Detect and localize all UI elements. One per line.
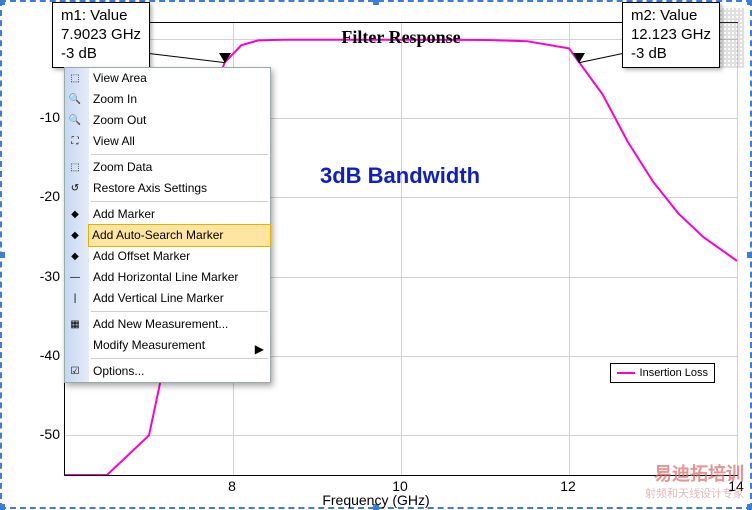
menu-item-add-vertical-line-marker[interactable]: |Add Vertical Line Marker [89,288,270,309]
menu-item-label: Add New Measurement... [93,317,228,331]
menu-item-icon: ⬚ [67,159,83,175]
menu-separator [91,358,268,359]
menu-item-icon: ▦ [67,316,83,332]
y-tick: -10 [36,109,60,125]
menu-item-label: Add Auto-Search Marker [92,228,223,242]
menu-item-label: Add Offset Marker [93,249,190,263]
menu-item-icon [67,337,83,353]
menu-item-label: Zoom Data [93,160,152,174]
menu-item-label: View Area [93,71,147,85]
menu-item-restore-axis-settings[interactable]: ↺Restore Axis Settings [89,178,270,199]
menu-item-label: Options... [93,364,144,378]
menu-item-label: View All [93,134,135,148]
legend[interactable]: Insertion Loss [610,363,715,383]
legend-label: Insertion Loss [640,367,708,379]
annotation-3db: 3dB Bandwidth [320,163,480,189]
chart-frame: Filter Response 3dB Bandwidth Insertion … [0,0,752,509]
chart-title: Filter Response [341,27,460,48]
menu-item-icon: 🔍 [67,112,83,128]
menu-item-zoom-data[interactable]: ⬚Zoom Data [89,157,270,178]
marker-text: -3 dB [61,45,141,64]
x-axis-label: Frequency (GHz) [322,492,429,508]
menu-item-icon: ◆ [67,227,83,243]
menu-item-icon: 🔍 [67,91,83,107]
marker-m1[interactable] [219,53,231,63]
menu-item-zoom-out[interactable]: 🔍Zoom Out [89,110,270,131]
menu-item-icon: ⛶ [67,133,83,149]
menu-item-options[interactable]: ☑Options... [89,361,270,382]
menu-item-icon: ◆ [67,248,83,264]
menu-item-label: Modify Measurement [93,338,205,352]
y-tick: -40 [36,347,60,363]
menu-item-view-area[interactable]: ⬚View Area [89,68,270,89]
menu-item-add-offset-marker[interactable]: ◆Add Offset Marker [89,246,270,267]
context-menu: ⬚View Area🔍Zoom In🔍Zoom Out⛶View All⬚Zoo… [64,67,271,383]
marker-box-m2[interactable]: m2: Value 12.123 GHz -3 dB [622,2,720,68]
submenu-arrow-icon: ▶ [255,339,264,360]
menu-item-modify-measurement[interactable]: Modify Measurement▶ [89,335,270,356]
legend-swatch [617,372,635,374]
menu-item-icon: — [67,269,83,285]
menu-item-label: Zoom Out [93,113,146,127]
menu-item-add-marker[interactable]: ◆Add Marker [89,204,270,225]
marker-text: 7.9023 GHz [61,26,141,45]
menu-item-view-all[interactable]: ⛶View All [89,131,270,152]
watermark-line: 射频和天线设计专家 [645,487,744,501]
marker-box-m1[interactable]: m1: Value 7.9023 GHz -3 dB [52,2,150,68]
menu-item-label: Add Marker [93,207,155,221]
menu-item-icon: ◆ [67,206,83,222]
menu-item-icon: ☑ [67,363,83,379]
menu-item-label: Zoom In [93,92,137,106]
marker-text: 12.123 GHz [631,26,711,45]
y-tick: -20 [36,188,60,204]
menu-item-label: Restore Axis Settings [93,181,207,195]
menu-item-label: Add Vertical Line Marker [93,291,224,305]
menu-item-icon: | [67,290,83,306]
menu-separator [91,201,268,202]
marker-text: -3 dB [631,45,711,64]
menu-item-label: Add Horizontal Line Marker [93,270,238,284]
marker-text: m1: Value [61,7,141,26]
watermark: 易迪拓培训 射频和天线设计专家 [645,463,744,501]
menu-item-zoom-in[interactable]: 🔍Zoom In [89,89,270,110]
menu-item-icon: ↺ [67,180,83,196]
x-tick: 8 [228,478,236,494]
menu-item-add-auto-search-marker[interactable]: ◆Add Auto-Search Marker [88,224,271,247]
watermark-line: 易迪拓培训 [645,463,744,486]
marker-text: m2: Value [631,7,711,26]
y-tick: -50 [36,426,60,442]
menu-separator [91,154,268,155]
menu-separator [91,311,268,312]
x-tick: 12 [560,478,576,494]
menu-item-icon: ⬚ [67,70,83,86]
y-tick: -30 [36,268,60,284]
menu-item-add-horizontal-line-marker[interactable]: —Add Horizontal Line Marker [89,267,270,288]
menu-item-add-new-measurement[interactable]: ▦Add New Measurement... [89,314,270,335]
marker-m2[interactable] [573,53,585,63]
